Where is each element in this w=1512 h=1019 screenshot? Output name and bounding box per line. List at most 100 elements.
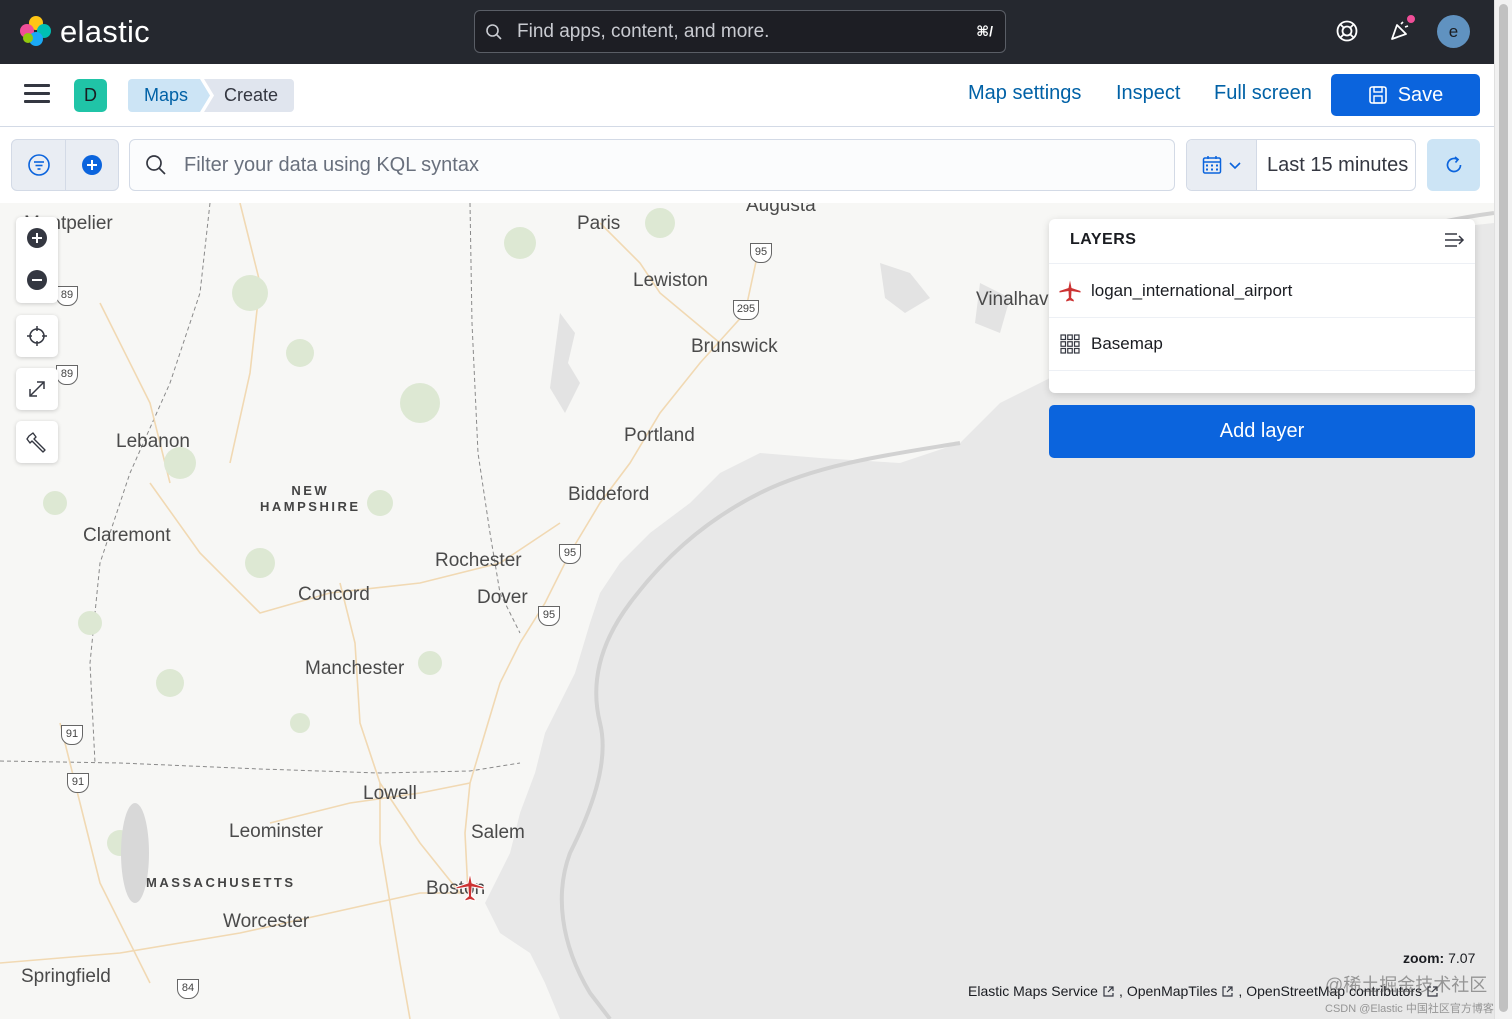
layer-row[interactable]: logan_international_airport [1049,263,1475,317]
user-avatar[interactable]: e [1437,15,1470,48]
city-label-rochester: Rochester [435,550,522,571]
kql-search-input[interactable]: Filter your data using KQL syntax [129,139,1175,191]
plus-circle-icon [82,155,102,175]
add-layer-button[interactable]: Add layer [1049,405,1475,458]
tools-button[interactable] [16,421,58,463]
chevron-down-icon [1228,162,1241,170]
city-label-dover: Dover [477,587,528,608]
city-label-worcester: Worcester [223,911,310,932]
city-label-lewiston: Lewiston [633,270,708,291]
quick-select-button[interactable] [1187,140,1257,190]
highway-shield: 91 [67,773,89,793]
city-label-brunswick: Brunswick [691,336,778,357]
highway-shield: 95 [750,243,772,263]
refresh-icon [1446,156,1461,173]
watermark-sub: CSDN @Elastic 中国社区官方博客 [1325,1003,1494,1015]
save-button-label: Save [1397,83,1444,106]
city-label-salem: Salem [471,822,525,843]
city-label-claremont: Claremont [83,525,171,546]
city-label-biddeford: Biddeford [568,484,650,505]
filter-menu-button[interactable] [12,140,65,190]
breadcrumb-maps[interactable]: Maps [128,79,210,112]
attribution-link-openmaptiles[interactable]: OpenMapTiles [1127,983,1218,999]
zoom-value: 7.07 [1448,950,1476,966]
highway-shield: 295 [733,300,759,320]
zoom-readout: zoom: 7.07 [1403,950,1475,966]
tools-control [16,421,58,463]
grid-icon [1058,332,1082,356]
add-filter-button[interactable] [65,140,118,190]
global-search-placeholder: Find apps, content, and more. [517,20,770,42]
set-view-control [16,315,58,357]
hamburger-menu-icon[interactable] [24,84,50,106]
zoom-label: zoom: [1403,950,1445,966]
wrench-icon [26,432,46,453]
set-view-button[interactable] [16,315,58,357]
region-label-new-hampshire: NEW HAMPSHIRE [260,483,361,514]
kql-placeholder: Filter your data using KQL syntax [184,153,479,176]
help-icon[interactable] [1332,16,1362,46]
minus-circle-icon [27,270,47,290]
time-picker: Last 15 minutes [1186,139,1416,191]
watermark: @稀土掘金技术社区 [1325,975,1488,995]
inspect-link[interactable]: Inspect [1116,82,1180,105]
crosshair-icon [27,326,47,346]
highway-shield: 84 [177,979,199,999]
city-label-paris: Paris [577,213,621,234]
attribution-link-ems[interactable]: Elastic Maps Service [968,983,1098,999]
expand-icon [29,381,45,397]
region-label-massachusetts: MASSACHUSETTS [146,875,296,890]
elastic-logo-icon [20,16,52,48]
map-canvas[interactable]: Montpelier Paris Augusta Lewiston Vinalh… [0,203,1494,1019]
zoom-in-button[interactable] [16,217,58,259]
city-label-leominster: Leominster [229,821,323,842]
zoom-out-button[interactable] [16,259,58,301]
city-label-lebanon: Lebanon [116,431,190,452]
external-link-icon [1103,985,1114,997]
map-settings-link[interactable]: Map settings [968,82,1081,105]
airplane-icon [1058,279,1082,303]
layer-row[interactable]: Basemap [1049,317,1475,371]
brand-name: elastic [60,14,150,49]
scrollbar-thumb[interactable] [1499,4,1508,1012]
search-icon [486,23,502,40]
full-screen-link[interactable]: Full screen [1214,82,1312,105]
layer-name: logan_international_airport [1091,280,1293,300]
notification-dot [1405,13,1417,25]
layer-name: Basemap [1091,334,1163,353]
save-icon [1368,86,1387,104]
city-label-augusta: Augusta [746,203,816,216]
space-avatar[interactable]: D [74,79,107,112]
layers-title: LAYERS [1070,231,1137,248]
query-bar: Filter your data using KQL syntax Last 1… [0,127,1494,203]
highway-shield: 95 [538,606,560,626]
city-label-lowell: Lowell [363,783,417,804]
search-icon [146,155,166,175]
plus-circle-icon [27,228,47,248]
layer-control-panel: LAYERS logan_international_airport Basem… [1049,219,1475,393]
city-label-springfield: Springfield [21,966,111,987]
highway-shield: 91 [61,725,83,745]
search-shortcut: ⌘/ [976,23,993,39]
save-button[interactable]: Save [1331,74,1480,116]
city-label-concord: Concord [298,584,370,605]
collapse-panel-icon[interactable] [1443,231,1465,249]
time-range-label[interactable]: Last 15 minutes [1267,154,1408,177]
highway-shield: 89 [56,286,78,306]
city-label-portland: Portland [624,425,695,446]
highway-shield: 95 [559,544,581,564]
city-label-manchester: Manchester [305,658,405,679]
elastic-logo[interactable]: elastic [20,14,150,50]
zoom-controls [16,217,58,303]
page-scrollbar[interactable] [1494,0,1512,1019]
airport-marker-icon[interactable] [454,871,486,903]
filter-button-group [11,139,119,191]
filter-icon [27,154,50,176]
external-link-icon [1222,985,1233,997]
fit-to-data-control [16,368,58,410]
global-search-input[interactable]: Find apps, content, and more. ⌘/ [474,10,1006,53]
highway-shield: 89 [56,365,78,385]
fit-to-data-button[interactable] [16,368,58,410]
app-header: D Maps Create Map settings Inspect Full … [0,64,1494,127]
refresh-button[interactable] [1427,139,1480,191]
